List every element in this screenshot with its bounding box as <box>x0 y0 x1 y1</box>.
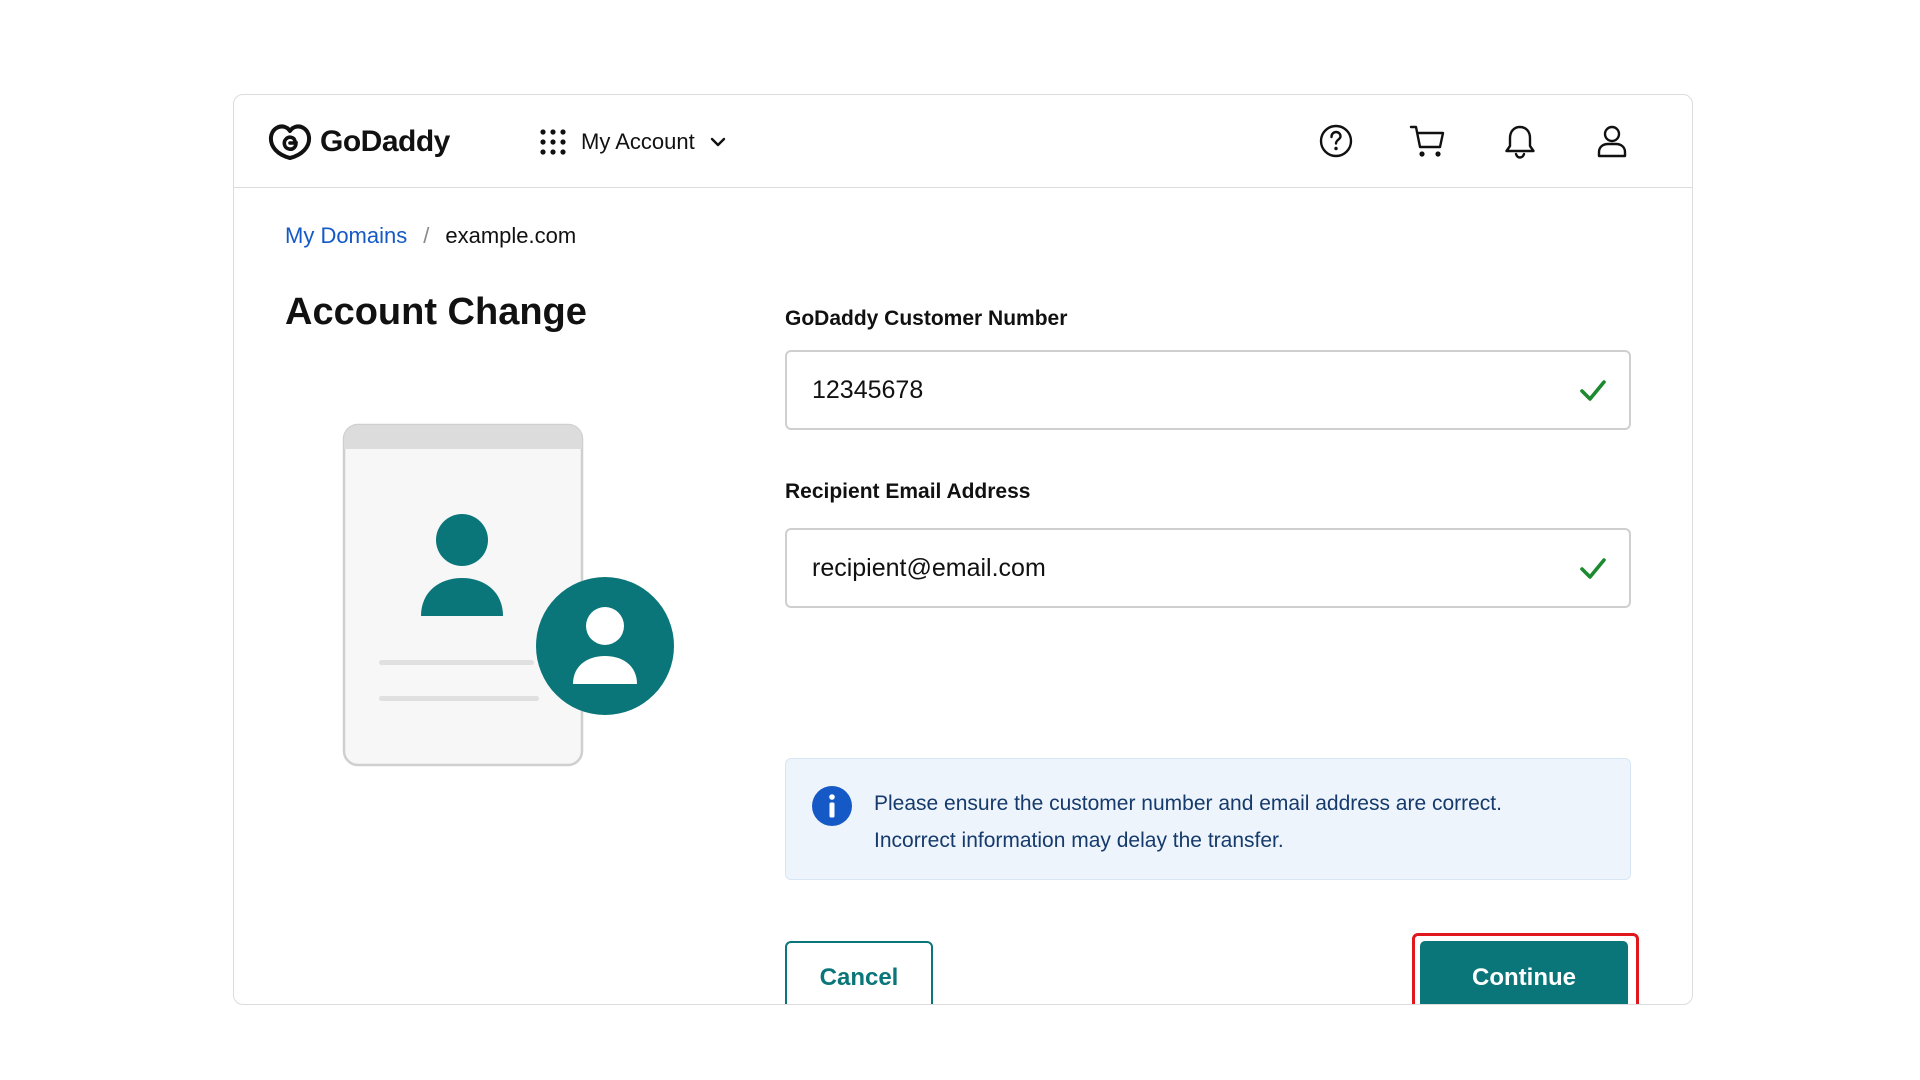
bell-icon[interactable] <box>1496 117 1544 165</box>
cancel-button[interactable]: Cancel <box>785 941 933 1004</box>
breadcrumb-current: example.com <box>445 223 577 248</box>
breadcrumb-separator: / <box>423 223 430 248</box>
account-change-illustration <box>342 423 674 767</box>
page-title: Account Change <box>285 291 587 333</box>
breadcrumb-my-domains[interactable]: My Domains <box>285 223 407 249</box>
breadcrumb: My Domains / example.com <box>285 223 576 249</box>
continue-button[interactable]: Continue <box>1420 941 1628 1004</box>
email-value: recipient@email.com <box>812 553 1046 582</box>
info-line-1: Please ensure the customer number and em… <box>874 792 1502 815</box>
email-label: Recipient Email Address <box>785 480 1031 503</box>
my-account-label: My Account <box>581 129 695 154</box>
user-icon[interactable] <box>1588 117 1636 165</box>
header-actions <box>1312 117 1636 165</box>
info-message: Please ensure the customer number and em… <box>785 758 1631 880</box>
email-input[interactable]: recipient@email.com <box>785 528 1631 608</box>
info-icon <box>812 786 852 826</box>
godaddy-logo-icon <box>268 124 312 160</box>
customer-number-input[interactable]: 12345678 <box>785 350 1631 430</box>
brand-name: GoDaddy <box>320 125 450 158</box>
chevron-down-icon <box>710 137 725 147</box>
apps-grid-icon <box>540 129 566 155</box>
godaddy-logo[interactable]: GoDaddy <box>268 121 450 163</box>
main-card: GoDaddy My Account My Domains / example.… <box>233 94 1693 1005</box>
info-line-2: Incorrect information may delay the tran… <box>874 829 1284 852</box>
top-header: GoDaddy My Account <box>234 95 1692 188</box>
customer-number-label: GoDaddy Customer Number <box>785 307 1068 330</box>
cart-icon[interactable] <box>1404 117 1452 165</box>
check-icon <box>1580 558 1606 579</box>
customer-number-value: 12345678 <box>812 375 924 404</box>
my-account-menu[interactable]: My Account <box>539 121 727 163</box>
check-icon <box>1580 380 1606 401</box>
help-icon[interactable] <box>1312 117 1360 165</box>
info-text: Please ensure the customer number and em… <box>874 785 1502 859</box>
